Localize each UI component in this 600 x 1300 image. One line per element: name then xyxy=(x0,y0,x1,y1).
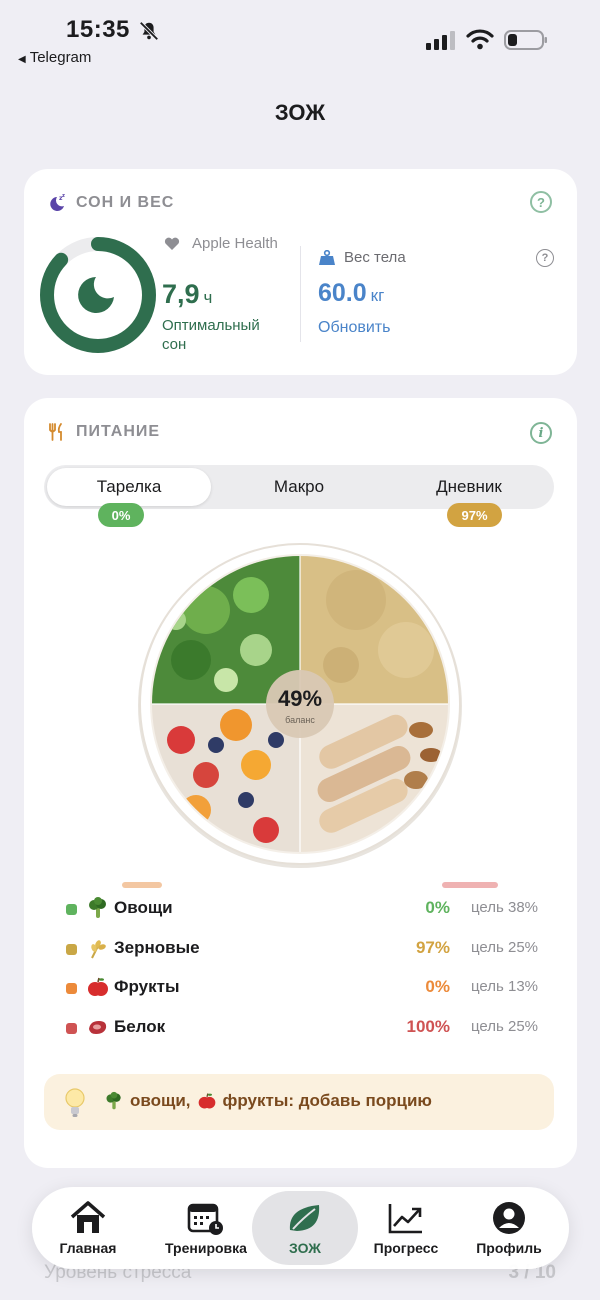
food-group-list: Овощи 0% цель 38% Зерновые 97% цель 25% xyxy=(58,894,538,1052)
moon-zzz-icon: z z xyxy=(50,193,65,211)
plate-balance-value: 49% xyxy=(278,686,322,711)
profile-icon xyxy=(493,1202,525,1234)
leaf-icon xyxy=(289,1205,320,1231)
sleep-section-title: СОН И ВЕС xyxy=(76,194,175,211)
diary-badge: 97% xyxy=(447,503,502,527)
nutrition-card: ПИТАНИЕ i Тарелка Макро Дневник 0% 97% 4… xyxy=(24,398,577,1168)
food-group-percent: 0% xyxy=(425,977,450,996)
sleep-hours-value: 7,9 xyxy=(162,279,200,309)
plate-shadow xyxy=(122,882,162,888)
food-group-goal: цель 25% xyxy=(470,938,538,956)
sleep-status: Оптимальный сон xyxy=(162,317,260,353)
tab-profile[interactable]: Профиль xyxy=(456,1187,562,1269)
hint-text: овощи, фрукты: добавь порцию xyxy=(104,1091,432,1111)
meat-icon xyxy=(89,1020,107,1034)
weight-value: 60.0 кг xyxy=(318,279,385,307)
food-group-percent: 0% xyxy=(425,898,450,917)
plate-badge: 0% xyxy=(98,503,144,527)
battery-icon xyxy=(504,30,547,50)
food-group-goal: цель 13% xyxy=(470,978,538,995)
list-item-fruits: Фрукты 0% цель 13% xyxy=(58,973,538,1013)
food-group-goal: цель 38% xyxy=(470,899,538,916)
grains-quadrant xyxy=(300,556,448,704)
bottom-tab-bar: Главная Тренировка ЗОЖ Прогресс Профиль xyxy=(32,1187,569,1269)
weight-help-button[interactable]: ? xyxy=(536,249,554,267)
sleep-hours: 7,9 ч xyxy=(162,279,212,310)
tab-home[interactable]: Главная xyxy=(32,1187,144,1269)
page-title: ЗОЖ xyxy=(274,100,326,125)
back-arrow-icon: ◀ xyxy=(18,54,26,65)
food-group-name: Фрукты xyxy=(114,977,180,996)
tab-plate[interactable]: Тарелка xyxy=(47,468,211,506)
apple-icon xyxy=(198,1093,215,1109)
status-time: 15:35 xyxy=(66,16,130,43)
svg-text:z: z xyxy=(62,193,65,199)
tab-healthy-lifestyle[interactable]: ЗОЖ xyxy=(252,1191,358,1265)
calendar-clock-icon xyxy=(187,1203,223,1235)
color-dot xyxy=(66,904,77,915)
tab-workout[interactable]: Тренировка xyxy=(144,1187,268,1269)
weight-label: Вес тела xyxy=(318,249,406,266)
back-to-app-link[interactable]: ◀ Telegram xyxy=(18,49,91,66)
sleep-hours-unit: ч xyxy=(203,288,213,307)
nutrition-section-title: ПИТАНИЕ xyxy=(76,423,161,440)
wifi-icon xyxy=(466,29,494,50)
tab-diary[interactable]: Дневник xyxy=(387,468,551,506)
sleep-weight-card: z z СОН И ВЕС ? Apple Health 7,9 ч Оптима… xyxy=(24,169,577,375)
plate-balance-label: баланс xyxy=(285,715,315,725)
moon-icon xyxy=(78,277,114,313)
apple-icon xyxy=(88,977,108,996)
broccoli-icon xyxy=(106,1091,121,1110)
status-bar: 15:35 ◀ Telegram xyxy=(0,0,600,80)
apple-health-label: Apple Health xyxy=(192,235,278,252)
food-group-percent: 100% xyxy=(406,1016,450,1036)
food-group-name: Зерновые xyxy=(114,937,200,957)
color-dot xyxy=(66,983,77,994)
wheat-icon xyxy=(91,939,106,958)
tab-macro[interactable]: Макро xyxy=(217,468,381,506)
heart-icon xyxy=(164,237,180,250)
divider xyxy=(300,246,301,342)
hint-text-part1: овощи, xyxy=(130,1091,191,1110)
plate-shadow xyxy=(442,882,498,888)
food-group-name: Овощи xyxy=(114,898,173,917)
color-dot xyxy=(66,943,77,955)
chart-up-icon xyxy=(388,1204,422,1234)
broccoli-icon xyxy=(89,897,106,918)
hint-text-part2: фрукты: добавь порцию xyxy=(222,1091,432,1110)
food-plate-image: 49% баланс xyxy=(138,543,462,868)
signal-icon xyxy=(426,31,455,50)
sleep-progress-ring xyxy=(40,237,156,353)
food-group-goal: цель 25% xyxy=(470,1017,538,1035)
home-icon xyxy=(70,1201,106,1233)
fork-knife-icon xyxy=(49,423,62,441)
nutrition-section-header: ПИТАНИЕ xyxy=(46,422,160,442)
weight-scale-icon xyxy=(319,249,335,265)
food-group-percent: 97% xyxy=(415,937,450,957)
list-item-protein: Белок 100% цель 25% xyxy=(58,1013,538,1053)
sleep-help-button[interactable]: ? xyxy=(530,191,552,213)
nutrition-hint: овощи, фрукты: добавь порцию xyxy=(44,1074,554,1130)
nutrition-info-button[interactable]: i xyxy=(530,422,552,444)
lightbulb-icon xyxy=(65,1088,85,1117)
list-item-grains: Зерновые 97% цель 25% xyxy=(58,934,538,974)
bell-off-icon xyxy=(139,21,159,41)
food-group-name: Белок xyxy=(114,1016,166,1036)
update-weight-link[interactable]: Обновить xyxy=(318,319,390,337)
apple-health-source: Apple Health xyxy=(164,235,282,253)
sleep-section-header: z z СОН И ВЕС xyxy=(46,193,174,213)
tab-progress[interactable]: Прогресс xyxy=(358,1187,454,1269)
color-dot xyxy=(66,1022,77,1034)
list-item-vegetables: Овощи 0% цель 38% xyxy=(58,894,538,934)
